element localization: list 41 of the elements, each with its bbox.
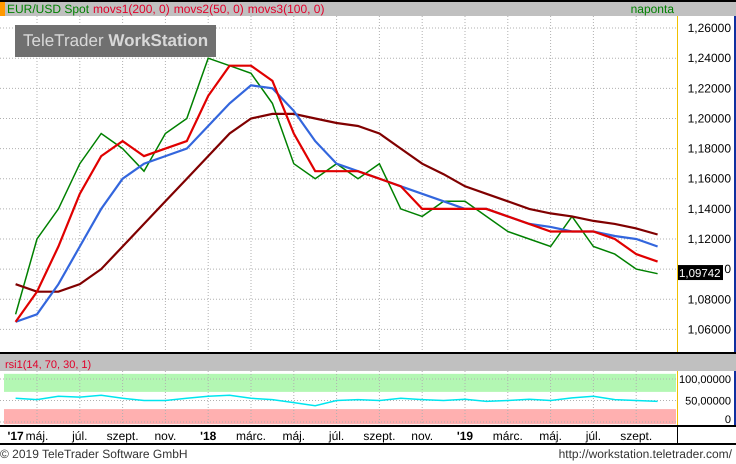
axis-label: júl. [586, 429, 602, 443]
axis-label: 0 [724, 262, 731, 276]
axis-label: 1,26000 [688, 21, 731, 36]
axis-label: 1,12000 [688, 232, 731, 246]
axis-label: '19 [456, 429, 474, 443]
axis-label: 1,24000 [688, 51, 731, 66]
legend-item: movs1(200, 0) [93, 3, 170, 15]
copyright-text: © 2019 TeleTrader Software GmbH [0, 446, 188, 462]
axis-label: 1,16000 [688, 172, 731, 186]
axis-label: nov. [154, 429, 176, 443]
legend-item: EUR/USD Spot [7, 3, 90, 15]
marker-icon [0, 2, 5, 16]
axis-label: 1,22000 [688, 81, 731, 96]
axis-label: nov. [411, 429, 434, 443]
axis-label: 0 [724, 414, 731, 425]
axis-label: máj. [539, 429, 562, 443]
indicator-title: rsi1(14, 70, 30, 1) [5, 360, 92, 371]
axis-label: 100,00000 [679, 374, 731, 386]
logo: TeleTrader WorkStation [15, 25, 216, 56]
axis-label: 1,14000 [688, 202, 731, 216]
axis-label: '18 [200, 429, 216, 443]
axis-label: 50,00000 [685, 396, 731, 408]
axis-label: szept. [363, 429, 396, 443]
axis-label: márc. [236, 429, 266, 443]
legend-item: movs2(50, 0) [174, 3, 244, 15]
axis-label: júl. [328, 429, 344, 443]
interval-label: naponta [630, 3, 674, 15]
legend-item: movs3(100, 0) [248, 3, 324, 15]
axis-label: máj. [282, 429, 306, 443]
axis-label: 1,06000 [688, 322, 731, 336]
axis-label: máj. [26, 429, 48, 443]
axis-label: szept. [620, 429, 652, 443]
website-link[interactable]: http://workstation.teletrader.com/ [558, 444, 732, 462]
axis-label: 1,08000 [688, 292, 731, 306]
axis-label: '17 [8, 429, 24, 443]
axis-label: 1,20000 [688, 111, 731, 126]
axis-label: 1,18000 [688, 142, 731, 156]
axis-label: márc. [492, 429, 523, 443]
axis-label: júl. [72, 429, 88, 443]
last-price-label: 1,09742 [678, 265, 723, 280]
axis-label: szept. [106, 429, 139, 443]
